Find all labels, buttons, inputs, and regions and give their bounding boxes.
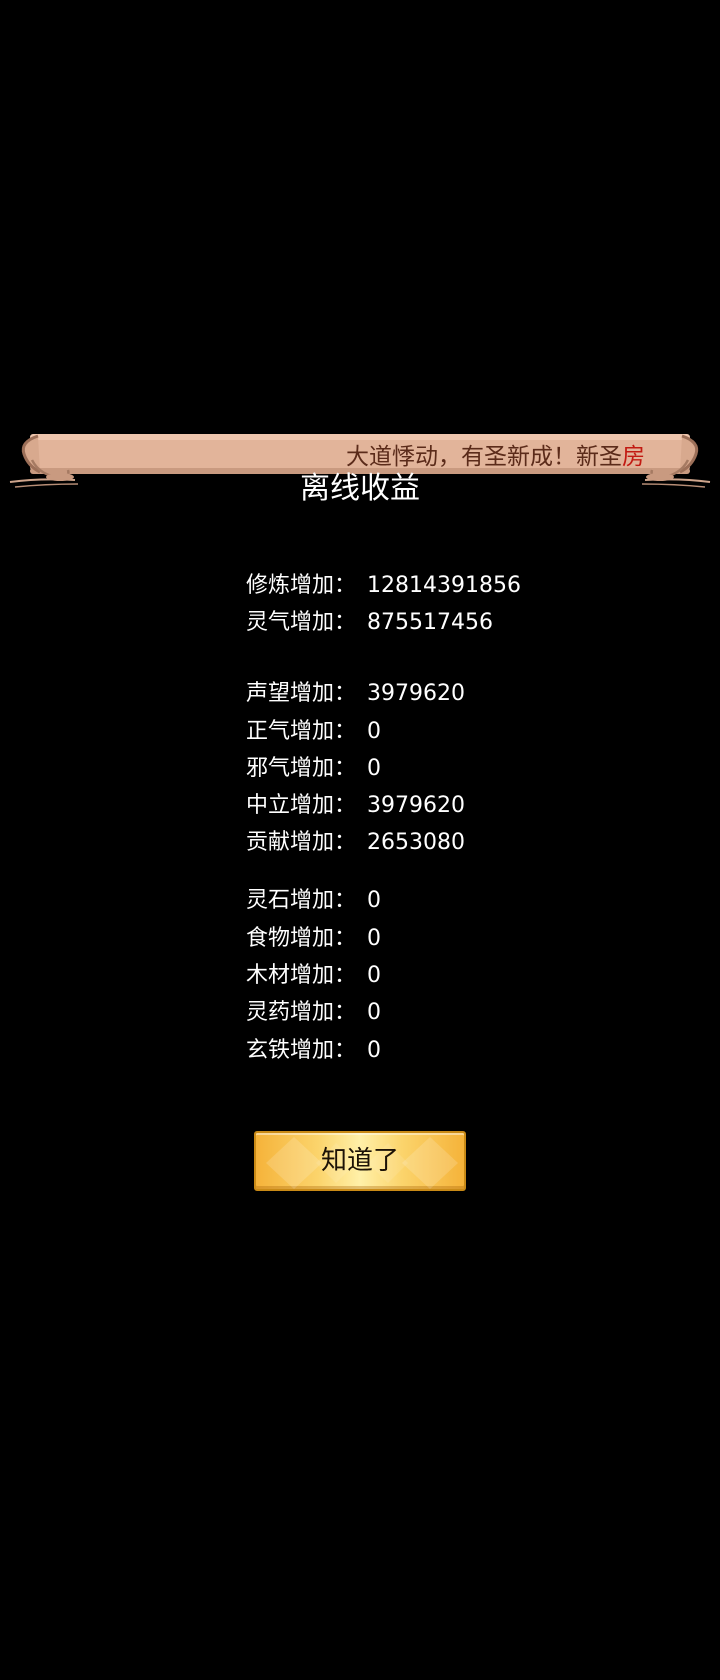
stat-value: 0 (367, 719, 381, 744)
stat-label: 邪气增加： (246, 756, 357, 781)
stat-row-neutral: 中立增加： 3979620 (246, 790, 465, 822)
stat-label: 灵石增加： (246, 888, 357, 913)
stat-row-spirit-energy: 灵气增加： 875517456 (246, 607, 493, 639)
popup-title: 离线收益 (300, 471, 420, 506)
stat-value: 0 (367, 926, 381, 951)
stat-value: 0 (367, 963, 381, 988)
confirm-button-label: 知道了 (320, 1146, 399, 1176)
stat-row-reputation: 声望增加： 3979620 (246, 678, 465, 710)
stat-value: 0 (367, 888, 381, 913)
stat-value: 875517456 (367, 610, 493, 635)
stat-row-cultivation: 修炼增加： 12814391856 (246, 570, 521, 602)
stat-value: 12814391856 (367, 573, 521, 598)
stat-label: 食物增加： (246, 926, 357, 951)
stat-value: 2653080 (367, 830, 465, 855)
scroll-text-main: 大道悸动，有圣新成！新圣 (346, 444, 622, 470)
stat-label: 声望增加： (246, 681, 357, 706)
stat-label: 灵药增加： (246, 1000, 357, 1025)
stat-row-righteous: 正气增加： 0 (246, 716, 381, 748)
stat-label: 木材增加： (246, 963, 357, 988)
stat-row-wood: 木材增加： 0 (246, 960, 381, 992)
stat-label: 玄铁增加： (246, 1038, 357, 1063)
scroll-text-highlight: 房 (622, 444, 645, 470)
stat-value: 3979620 (367, 681, 465, 706)
stat-label: 灵气增加： (246, 610, 357, 635)
stat-value: 3979620 (367, 793, 465, 818)
stat-value: 0 (367, 756, 381, 781)
confirm-button[interactable]: 知道了 (254, 1131, 466, 1191)
stat-label: 正气增加： (246, 719, 357, 744)
stat-label: 贡献增加： (246, 830, 357, 855)
stat-row-spirit-stone: 灵石增加： 0 (246, 885, 381, 917)
stat-row-dark-iron: 玄铁增加： 0 (246, 1035, 381, 1067)
stat-value: 0 (367, 1038, 381, 1063)
stat-label: 修炼增加： (246, 573, 357, 598)
stat-label: 中立增加： (246, 793, 357, 818)
stat-value: 0 (367, 1000, 381, 1025)
stat-row-food: 食物增加： 0 (246, 923, 381, 955)
stat-row-herb: 灵药增加： 0 (246, 997, 381, 1029)
game-screen: 大道悸动，有圣新成！新圣房 离线收益 修炼增加： 12814391856 灵气增加… (0, 0, 720, 1680)
stat-row-contribution: 贡献增加： 2653080 (246, 827, 465, 859)
stat-row-evil: 邪气增加： 0 (246, 753, 381, 785)
